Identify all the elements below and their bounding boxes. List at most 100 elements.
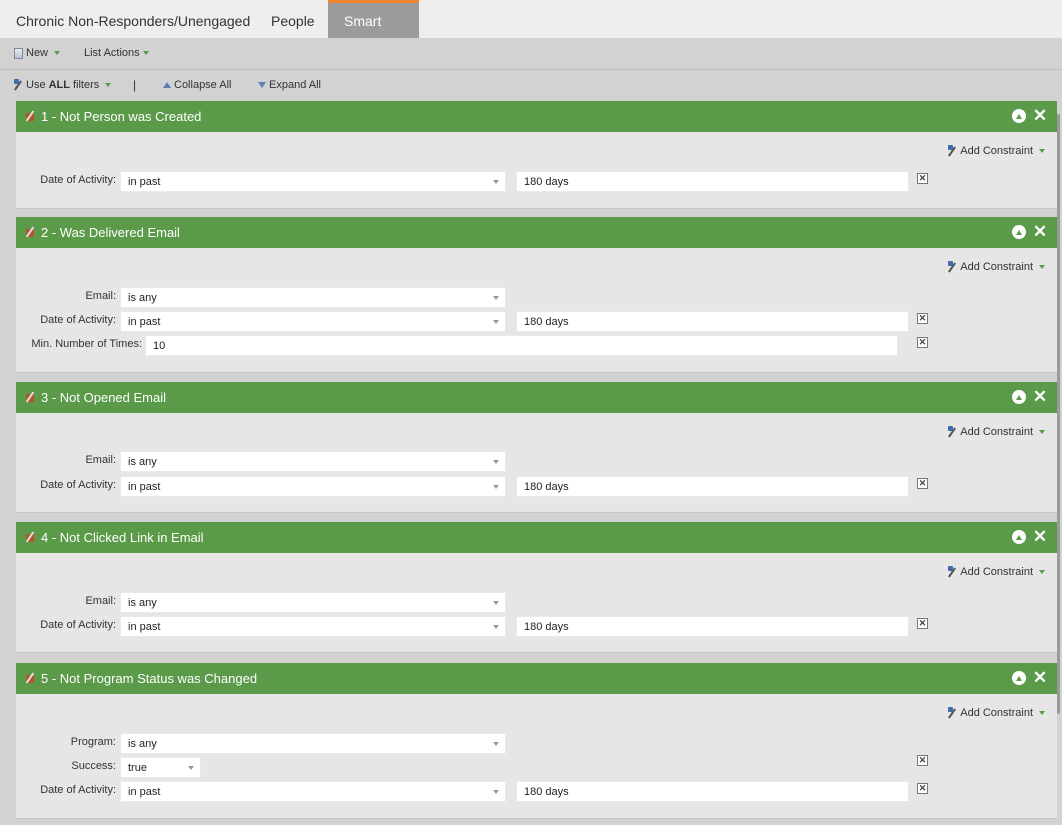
filter-title: 3 - Not Opened Email	[41, 390, 167, 405]
caret-down-icon	[142, 51, 149, 55]
caret-down-icon	[54, 51, 61, 55]
close-icon[interactable]: ✕	[1033, 223, 1047, 240]
use-bold: ALL	[48, 79, 70, 91]
wand-icon	[947, 426, 957, 438]
field-label: Date of Activity:	[40, 314, 116, 326]
add-constraint-label: Add Constraint	[960, 261, 1033, 273]
close-icon[interactable]: ✕	[1033, 528, 1047, 545]
filter-header[interactable]: 5 - Not Program Status was Changed ✕	[16, 663, 1057, 694]
remove-constraint-icon[interactable]: ✕	[917, 313, 928, 324]
expand-all-label: Expand All	[269, 79, 321, 91]
filter-icon	[24, 391, 37, 404]
operator-select[interactable]: in past	[120, 171, 506, 192]
collapse-icon	[163, 82, 171, 88]
value-input[interactable]: 180 days	[516, 476, 909, 497]
add-constraint-label: Add Constraint	[960, 566, 1033, 578]
wand-icon	[947, 261, 957, 273]
use-all-filters-dropdown[interactable]: Use ALL filters	[13, 79, 112, 91]
move-up-icon[interactable]	[1012, 109, 1026, 123]
filter-header[interactable]: 4 - Not Clicked Link in Email ✕	[16, 522, 1057, 553]
move-up-icon[interactable]	[1012, 530, 1026, 544]
move-up-icon[interactable]	[1012, 225, 1026, 239]
separator: |	[133, 78, 137, 92]
email-select[interactable]: is any	[120, 592, 506, 613]
add-constraint-button[interactable]: Add Constraint	[947, 707, 1045, 719]
use-prefix: Use	[26, 79, 46, 91]
add-constraint-button[interactable]: Add Constraint	[947, 426, 1045, 438]
filter-card-3: 3 - Not Opened Email ✕ Add Constraint Em…	[16, 382, 1057, 513]
filter-card-5: 5 - Not Program Status was Changed ✕ Add…	[16, 663, 1057, 819]
filter-icon	[24, 226, 37, 239]
filter-title: 5 - Not Program Status was Changed	[41, 671, 258, 686]
field-label: Date of Activity:	[40, 174, 116, 186]
remove-constraint-icon[interactable]: ✕	[917, 478, 928, 489]
move-up-icon[interactable]	[1012, 390, 1026, 404]
field-label: Date of Activity:	[40, 619, 116, 631]
success-select[interactable]: true	[120, 757, 201, 778]
field-label: Program:	[70, 736, 116, 748]
tab-people[interactable]: People	[255, 0, 331, 38]
close-icon[interactable]: ✕	[1033, 669, 1047, 686]
tab-smart-list[interactable]: Smart List	[328, 0, 419, 65]
tab-program[interactable]: Chronic Non-Responders/Unengaged	[0, 0, 266, 38]
filter-card-1: 1 - Not Person was Created ✕ Add Constra…	[16, 101, 1057, 209]
document-icon	[14, 47, 23, 59]
filter-header[interactable]: 3 - Not Opened Email ✕	[16, 382, 1057, 413]
wand-icon	[13, 79, 23, 91]
close-icon[interactable]: ✕	[1033, 388, 1047, 405]
field-label: Min. Number of Times:	[31, 338, 142, 350]
filter-card-2: 2 - Was Delivered Email ✕ Add Constraint…	[16, 217, 1057, 373]
operator-select[interactable]: in past	[120, 311, 506, 332]
filter-icon	[24, 672, 37, 685]
remove-constraint-icon[interactable]: ✕	[917, 755, 928, 766]
add-constraint-button[interactable]: Add Constraint	[947, 145, 1045, 157]
wand-icon	[947, 566, 957, 578]
add-constraint-label: Add Constraint	[960, 145, 1033, 157]
caret-down-icon	[1039, 149, 1045, 153]
remove-constraint-icon[interactable]: ✕	[917, 618, 928, 629]
caret-down-icon	[105, 83, 112, 87]
operator-select[interactable]: in past	[120, 476, 506, 497]
list-actions-label: List Actions	[84, 47, 140, 59]
field-label: Email:	[85, 454, 116, 466]
filter-title: 2 - Was Delivered Email	[41, 225, 180, 240]
filter-card-4: 4 - Not Clicked Link in Email ✕ Add Cons…	[16, 522, 1057, 653]
filter-title: 4 - Not Clicked Link in Email	[41, 530, 204, 545]
add-constraint-label: Add Constraint	[960, 426, 1033, 438]
field-label: Success:	[71, 760, 116, 772]
scrollbar[interactable]	[1057, 114, 1060, 714]
new-menu-button[interactable]: New	[14, 47, 61, 59]
wand-icon	[947, 707, 957, 719]
move-up-icon[interactable]	[1012, 671, 1026, 685]
value-input[interactable]: 180 days	[516, 616, 909, 637]
close-icon[interactable]: ✕	[1033, 107, 1047, 124]
filter-header[interactable]: 1 - Not Person was Created ✕	[16, 101, 1057, 132]
tab-bar: Chronic Non-Responders/Unengaged People …	[0, 0, 1062, 65]
field-label: Email:	[85, 595, 116, 607]
add-constraint-button[interactable]: Add Constraint	[947, 261, 1045, 273]
program-select[interactable]: is any	[120, 733, 506, 754]
field-label: Date of Activity:	[40, 784, 116, 796]
expand-icon	[258, 82, 266, 88]
add-constraint-label: Add Constraint	[960, 707, 1033, 719]
remove-constraint-icon[interactable]: ✕	[917, 783, 928, 794]
email-select[interactable]: is any	[120, 451, 506, 472]
filter-icon	[24, 531, 37, 544]
value-input[interactable]: 10	[145, 335, 898, 356]
list-actions-button[interactable]: List Actions	[84, 47, 149, 59]
filter-header[interactable]: 2 - Was Delivered Email ✕	[16, 217, 1057, 248]
value-input[interactable]: 180 days	[516, 171, 909, 192]
value-input[interactable]: 180 days	[516, 311, 909, 332]
remove-constraint-icon[interactable]: ✕	[917, 173, 928, 184]
collapse-all-button[interactable]: Collapse All	[163, 79, 231, 91]
operator-select[interactable]: in past	[120, 781, 506, 802]
value-input[interactable]: 180 days	[516, 781, 909, 802]
remove-constraint-icon[interactable]: ✕	[917, 337, 928, 348]
email-select[interactable]: is any	[120, 287, 506, 308]
operator-select[interactable]: in past	[120, 616, 506, 637]
new-label: New	[26, 47, 49, 59]
expand-all-button[interactable]: Expand All	[258, 79, 321, 91]
filter-icon	[24, 110, 37, 123]
caret-down-icon	[1039, 265, 1045, 269]
add-constraint-button[interactable]: Add Constraint	[947, 566, 1045, 578]
